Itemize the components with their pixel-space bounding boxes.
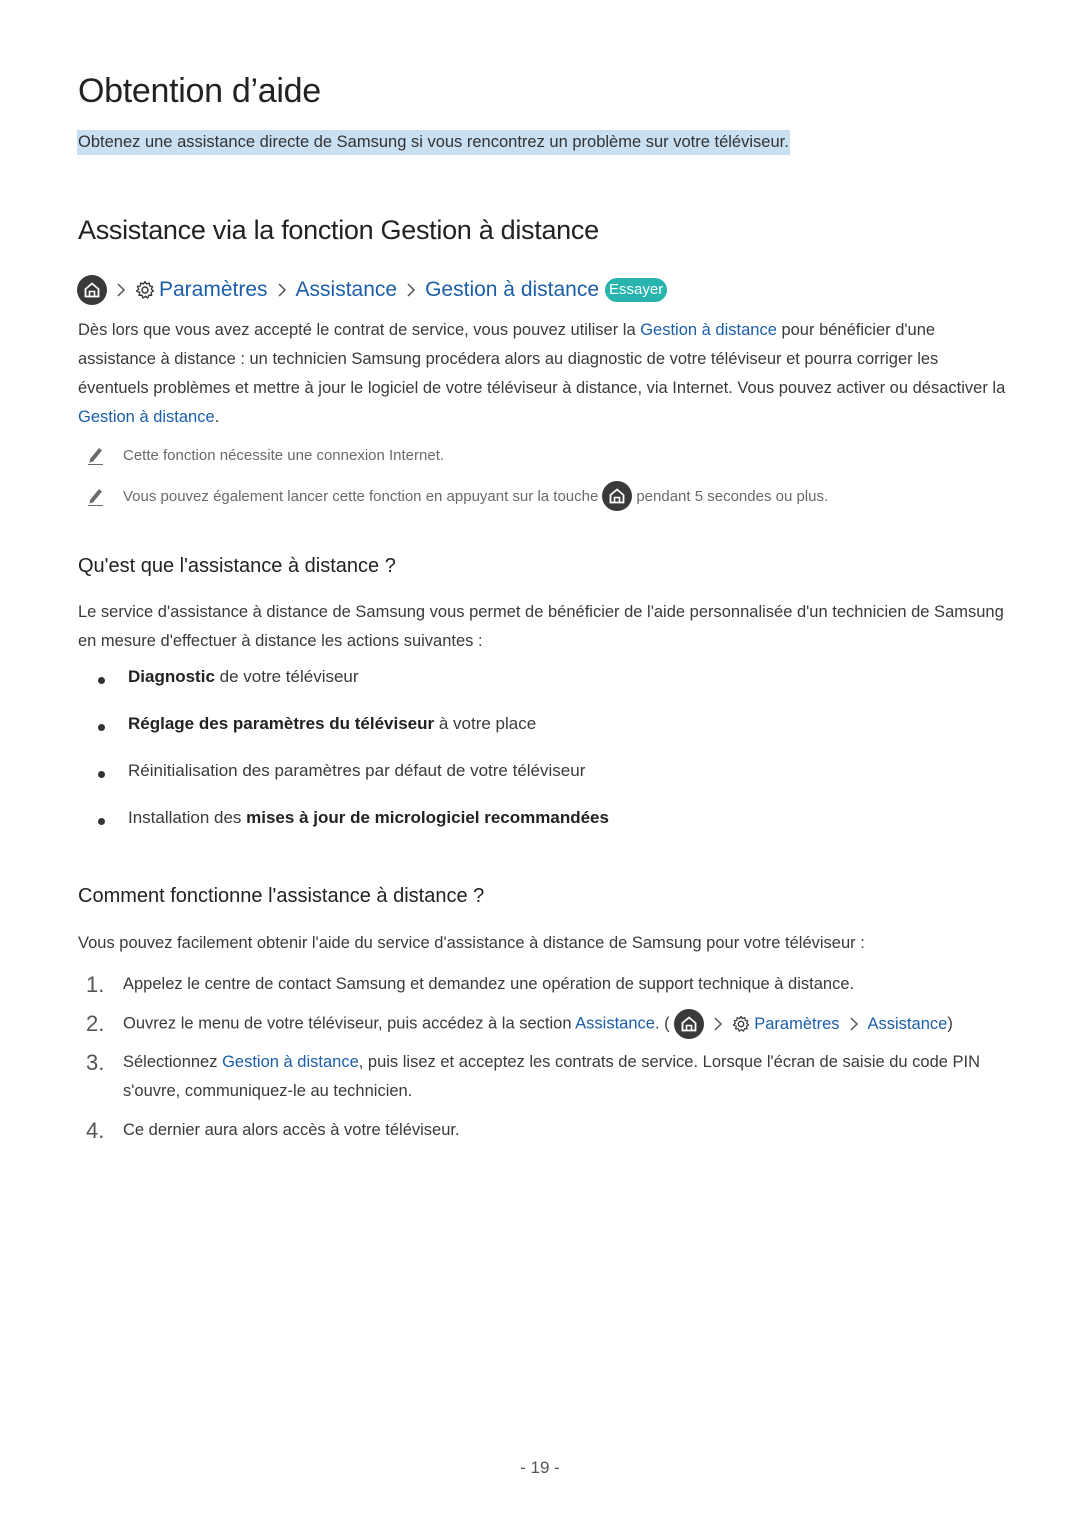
bullet-icon (98, 677, 105, 684)
actions-list: Diagnostic de votre téléviseur Réglage d… (98, 667, 609, 855)
breadcrumb: Paramètres Assistance Gestion à distance… (77, 274, 668, 306)
section-heading: Assistance via la fonction Gestion à dis… (78, 215, 599, 245)
gestion-a-distance-link[interactable]: Gestion à distance (640, 321, 777, 339)
bullet-icon (98, 818, 105, 825)
what-is-paragraph: Le service d'assistance à distance de Sa… (78, 603, 1004, 650)
step-item: 1. Appelez le centre de contact Samsung … (86, 972, 855, 997)
breadcrumb-item-gestion-a-distance[interactable]: Gestion à distance (425, 278, 599, 302)
list-item: Réinitialisation des paramètres par défa… (98, 761, 609, 808)
gear-icon (135, 280, 155, 300)
intro-highlight: Obtenez une assistance directe de Samsun… (77, 130, 790, 155)
step-item: 2. Ouvrez le menu de votre téléviseur, p… (86, 1009, 1016, 1048)
page-number: - 19 - (520, 1458, 560, 1477)
description-paragraph: Dès lors que vous avez accepté le contra… (78, 321, 1006, 426)
list-item: Diagnostic de votre téléviseur (98, 667, 609, 714)
how-paragraph: Vous pouvez facilement obtenir l'aide du… (78, 934, 865, 952)
subheading-how: Comment fonctionne l'assistance à distan… (78, 885, 485, 907)
steps-list: 1. Appelez le centre de contact Samsung … (86, 970, 1016, 1155)
chevron-right-icon (272, 282, 292, 298)
breadcrumb-item-parametres[interactable]: Paramètres (754, 1010, 839, 1039)
step-item: 4. Ce dernier aura alors accès à votre t… (86, 1118, 460, 1143)
breadcrumb-item-assistance[interactable]: Assistance (868, 1010, 948, 1039)
chevron-right-icon (111, 282, 131, 298)
assistance-link[interactable]: Assistance (575, 1014, 655, 1032)
subheading-what-is: Qu'est que l'assistance à distance ? (78, 555, 396, 577)
gestion-a-distance-link[interactable]: Gestion à distance (78, 408, 215, 426)
chevron-right-icon (401, 282, 421, 298)
home-icon[interactable] (674, 1009, 705, 1039)
try-now-badge[interactable]: Essayer (605, 278, 668, 302)
home-icon (602, 481, 633, 511)
pencil-note-icon (86, 444, 106, 466)
chevron-right-icon (844, 1016, 864, 1032)
bullet-icon (98, 724, 105, 731)
gestion-a-distance-link[interactable]: Gestion à distance (222, 1053, 359, 1071)
breadcrumb-item-parametres[interactable]: Paramètres (159, 278, 268, 302)
pencil-note-icon (86, 485, 106, 507)
note-item: Vous pouvez également lancer cette fonct… (86, 481, 828, 511)
gear-icon (732, 1015, 750, 1033)
list-item: Réglage des paramètres du téléviseur à v… (98, 714, 609, 761)
list-item: Installation des mises à jour de microlo… (98, 808, 609, 855)
breadcrumb-item-assistance[interactable]: Assistance (296, 278, 398, 302)
step-item: 3. Sélectionnez Gestion à distance, puis… (86, 1050, 981, 1100)
page-title: Obtention d’aide (78, 72, 321, 110)
note-item: Cette fonction nécessite une connexion I… (86, 444, 444, 466)
bullet-icon (98, 771, 105, 778)
inline-breadcrumb: Paramètres Assistance (674, 1009, 947, 1039)
home-icon[interactable] (77, 275, 107, 305)
chevron-right-icon (708, 1016, 728, 1032)
